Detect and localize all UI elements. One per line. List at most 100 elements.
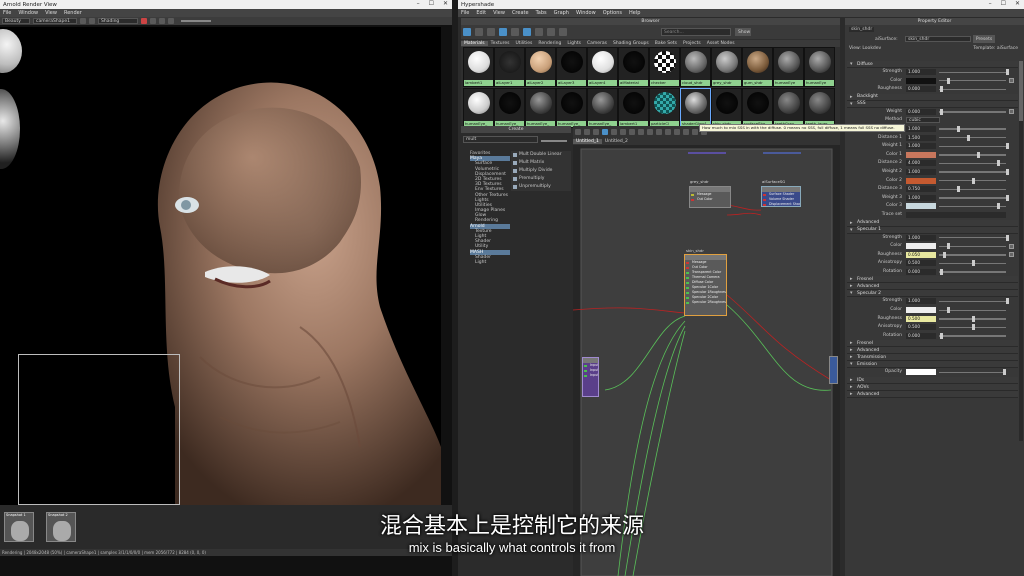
create-tree-item[interactable]: Light (470, 260, 510, 265)
property-slider-knob[interactable] (943, 251, 946, 258)
property-slider-knob[interactable] (1006, 168, 1009, 175)
property-slider[interactable] (939, 137, 1006, 139)
graph-tool-icon[interactable] (602, 128, 608, 135)
node-pin[interactable] (584, 369, 587, 372)
property-slider[interactable] (939, 154, 1006, 156)
minimize-icon[interactable]: – (417, 0, 420, 7)
pe-scroll-area[interactable]: Diffuse Strength 1.000 Color Roughness 0.000… (847, 61, 1018, 399)
tab-asset-nodes[interactable]: Asset Nodes (704, 41, 738, 46)
create-result-item[interactable]: Unpremultiply (511, 183, 571, 191)
tab-shading-groups[interactable]: Shading Groups (610, 41, 652, 46)
aov-dropdown[interactable]: Beauty (2, 18, 30, 24)
material-swatch[interactable]: skin_shdr (711, 88, 742, 128)
property-slider[interactable] (939, 237, 1006, 239)
graph-tool-icon[interactable] (620, 128, 626, 135)
view-icon[interactable] (463, 28, 471, 36)
color-swatch[interactable] (906, 203, 936, 210)
property-slider[interactable] (939, 188, 1006, 191)
material-swatch[interactable]: lambert1 (618, 88, 649, 128)
property-slider-knob[interactable] (1006, 234, 1009, 241)
small-icons-icon[interactable] (523, 28, 531, 36)
graph-tool-icon[interactable] (638, 128, 644, 135)
property-value-field[interactable]: 4.000 (906, 160, 936, 167)
property-slider-knob[interactable] (967, 134, 970, 141)
property-slider-knob[interactable] (940, 332, 943, 339)
property-value-field[interactable]: 0.750 (906, 186, 936, 193)
create-result-item[interactable]: Multiply Divide (511, 167, 571, 175)
tab-rendering[interactable]: Rendering (535, 41, 564, 46)
section-diffuse[interactable]: Diffuse (847, 61, 1018, 68)
map-button-icon[interactable] (1009, 78, 1014, 84)
section-specular-2[interactable]: Specular 2 (847, 290, 1018, 298)
graph-tool-icon[interactable] (629, 128, 635, 135)
render-canvas[interactable] (0, 27, 441, 505)
graph-icon[interactable] (475, 28, 483, 36)
menu-file[interactable]: File (3, 10, 11, 16)
property-value-field[interactable]: 0.000 (906, 86, 936, 93)
graph-tool-icon[interactable] (593, 128, 599, 135)
node-pin[interactable] (584, 374, 587, 377)
skin-shdr-node[interactable]: Message Out Color Transparent Color Thermal… (684, 254, 727, 316)
material-swatch[interactable]: checker (649, 47, 680, 87)
property-field[interactable] (906, 211, 1006, 218)
property-slider[interactable] (939, 254, 1006, 256)
material-swatch[interactable]: humanEye (804, 47, 835, 87)
property-slider[interactable] (939, 111, 1006, 113)
property-slider-knob[interactable] (940, 86, 943, 93)
property-value-field[interactable]: 0.000 (906, 108, 936, 115)
node-pin[interactable] (686, 286, 689, 289)
property-slider-knob[interactable] (972, 324, 975, 331)
property-slider-knob[interactable] (977, 151, 980, 158)
property-value-field[interactable]: 1.000 (906, 69, 936, 75)
property-value-field[interactable]: 1.000 (906, 234, 936, 241)
node-pin[interactable] (763, 193, 766, 196)
maximize-icon[interactable]: ☐ (429, 0, 434, 7)
material-swatch[interactable]: humanEye_ (525, 88, 556, 128)
tab-utilities[interactable]: Utilities (512, 41, 535, 46)
channel-icon[interactable] (150, 18, 156, 24)
menu-view[interactable]: View (493, 10, 505, 16)
camera-dropdown[interactable]: cameraShape1 (33, 18, 77, 24)
section-advanced[interactable]: Advanced (847, 219, 1018, 227)
color-swatch[interactable] (906, 307, 936, 314)
color-swatch[interactable] (906, 77, 936, 84)
property-slider-knob[interactable] (947, 77, 950, 84)
pe-scrollbar[interactable] (1019, 61, 1023, 441)
grey-shdr-node[interactable]: Message Out Color (689, 186, 731, 208)
property-slider-knob[interactable] (957, 186, 960, 193)
color-swatch[interactable] (906, 151, 936, 158)
section-fresnel[interactable]: Fresnel (847, 276, 1018, 284)
property-slider-knob[interactable] (947, 243, 950, 250)
property-slider[interactable] (939, 300, 1006, 303)
graph-tool-icon[interactable] (656, 128, 662, 135)
property-slider-knob[interactable] (940, 268, 943, 275)
graph-tool-icon[interactable] (665, 128, 671, 135)
menu-edit[interactable]: Edit (476, 10, 486, 16)
property-value-field[interactable]: 1.000 (906, 194, 936, 201)
section-fresnel-2[interactable]: Fresnel (847, 340, 1018, 348)
property-slider[interactable] (939, 128, 1006, 130)
color-icon[interactable] (141, 18, 147, 24)
section-aovs[interactable]: AOVs (847, 384, 1018, 392)
graph-node-stub[interactable] (688, 152, 726, 154)
render-stop-icon[interactable] (89, 18, 95, 24)
menu-create[interactable]: Create (512, 10, 529, 16)
menu-help[interactable]: Help (629, 10, 640, 16)
tab-textures[interactable]: Textures (488, 41, 513, 46)
material-swatch[interactable]: surfaceSha (742, 88, 773, 128)
node-pin[interactable] (686, 276, 689, 279)
section-emission[interactable]: Emission (847, 361, 1018, 369)
menu-file[interactable]: File (461, 10, 469, 16)
property-value-field[interactable]: 0.050 (906, 251, 936, 258)
create-result-item[interactable]: Premultiply (511, 175, 571, 183)
presets-button[interactable]: Presets (973, 35, 995, 43)
property-slider-knob[interactable] (947, 307, 950, 314)
tab-untitled-1[interactable]: Untitled_1 (573, 138, 602, 144)
material-swatch[interactable]: teeth_layer (804, 88, 835, 128)
color-swatch[interactable] (906, 243, 936, 250)
property-value-field[interactable]: 1.500 (906, 134, 936, 141)
graph-tool-icon[interactable] (575, 128, 581, 135)
color-swatch[interactable] (906, 177, 936, 184)
property-slider[interactable] (939, 88, 1006, 91)
tab-lights[interactable]: Lights (564, 41, 584, 46)
